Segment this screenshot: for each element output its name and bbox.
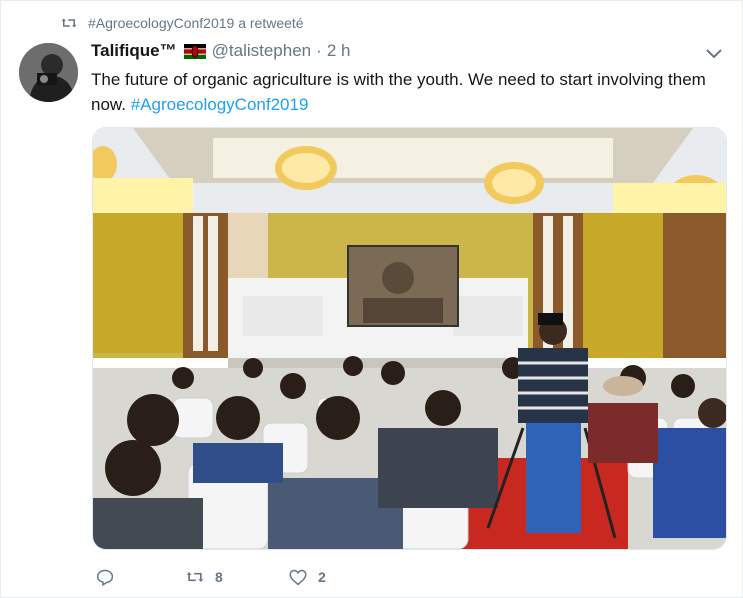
hashtag-link[interactable]: #AgroecologyConf2019 (131, 95, 309, 114)
tweet-timestamp[interactable]: 2 h (327, 41, 351, 61)
retweet-icon (61, 18, 77, 28)
retweet-context: #AgroecologyConf2019 a retweeté (60, 15, 304, 31)
retweet-icon (186, 572, 204, 582)
conference-hall-photo (93, 128, 726, 549)
heart-icon (289, 569, 307, 586)
kenya-flag-icon (183, 43, 206, 59)
tweet-photo[interactable] (92, 127, 727, 550)
author-handle[interactable]: @talistephen (212, 41, 312, 61)
retweet-button[interactable]: 8 (185, 568, 288, 586)
like-button[interactable]: 2 (288, 568, 326, 586)
retweet-count: 8 (215, 569, 223, 585)
retweet-context-text[interactable]: #AgroecologyConf2019 a retweeté (88, 15, 304, 31)
tweet-text: The future of organic agriculture is wit… (91, 67, 711, 117)
avatar[interactable] (19, 43, 78, 102)
author-name[interactable]: Talifique™ (91, 41, 177, 61)
separator-dot: · (316, 41, 322, 60)
tweet-header: Talifique™ @talistephen · 2 h (91, 41, 350, 61)
like-count: 2 (318, 569, 326, 585)
chevron-down-icon[interactable] (703, 45, 725, 61)
tweet-actions: 8 2 (95, 568, 326, 586)
reply-button[interactable] (95, 568, 185, 586)
reply-icon (96, 569, 114, 586)
